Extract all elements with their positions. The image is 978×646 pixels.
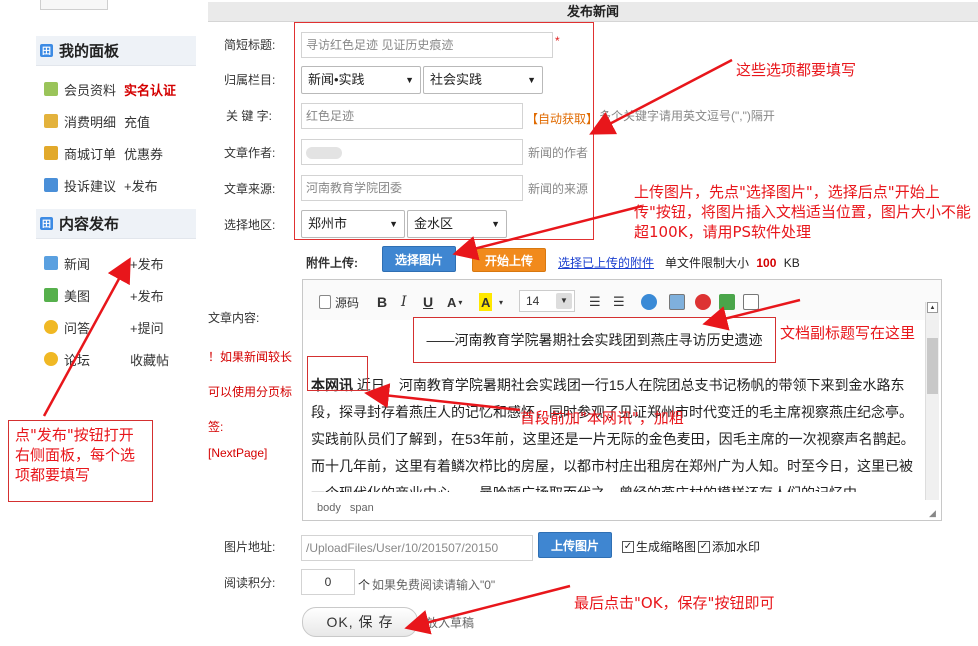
arrow-bold <box>364 383 521 412</box>
annotation-bold: 首段前加"本网讯"，加粗 <box>520 409 684 427</box>
annotation-ok: 最后点击"OK，保存"按钮即可 <box>574 594 775 612</box>
annotation-fill-all: 这些选项都要填写 <box>736 61 857 79</box>
arrow-subtitle <box>702 298 801 331</box>
annotation-publish: 点"发布"按钮打开右侧面板，每个选项都要填写 <box>8 420 153 502</box>
arrow-fill-all <box>589 58 733 135</box>
arrow-ok <box>404 584 571 635</box>
annotation-subtitle: 文档副标题写在这里 <box>780 324 916 342</box>
arrow-upload <box>452 204 643 261</box>
arrow-publish <box>42 257 131 417</box>
annotation-upload: 上传图片，先点"选择图片"，选择后点"开始上传"按钮，将图片插入文档适当位置，图… <box>634 183 971 241</box>
